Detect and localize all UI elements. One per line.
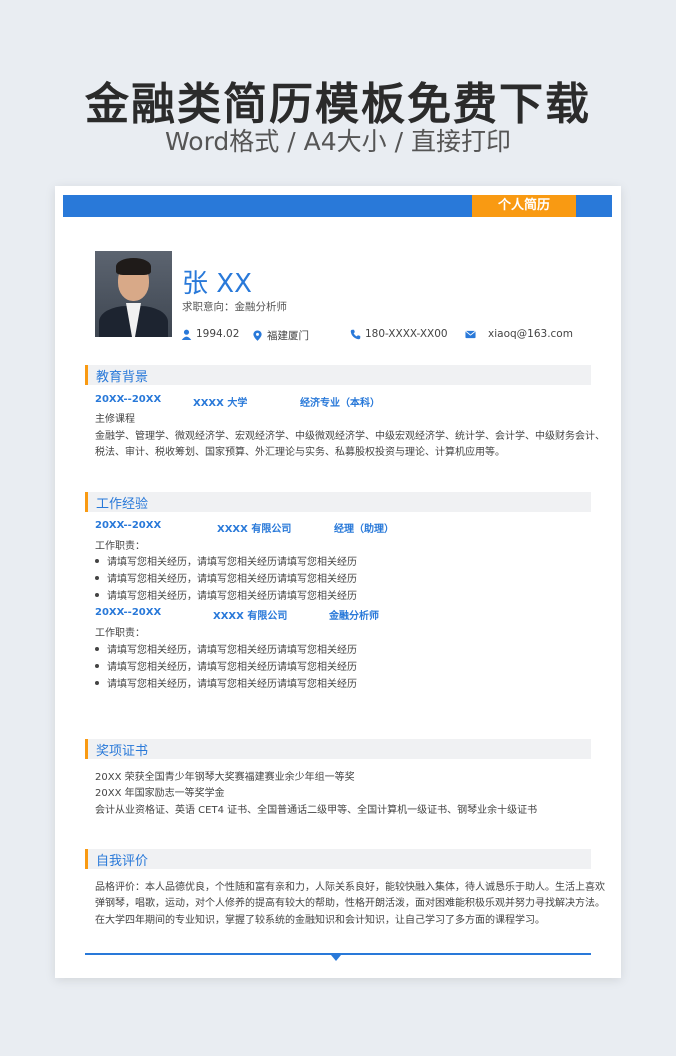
section-self-evaluation: 自我评价 — [85, 849, 591, 869]
job-company: XXXX 有限公司 — [213, 611, 288, 622]
section-title: 奖项证书 — [96, 744, 149, 759]
banner-subtitle: Word格式 / A4大小 / 直接打印 — [165, 127, 511, 156]
award-item: 20XX 荣获全国青少年钢琴大奖赛福建赛业余少年组一等奖 — [95, 772, 355, 783]
contact-phone: 180-XXXX-XX00 — [350, 328, 448, 340]
edu-period: 20XX--20XX — [95, 394, 162, 405]
section-title: 教育背景 — [96, 370, 149, 385]
section-education: 教育背景 — [85, 365, 591, 385]
section-work: 工作经验 — [85, 492, 591, 512]
section-title: 工作经验 — [96, 497, 149, 512]
job-company: XXXX 有限公司 — [217, 524, 292, 535]
courses-line: 税法、审计、税收筹划、国家预算、外汇理论与实务、私募股权投资与理论、计算机应用等… — [95, 447, 505, 458]
location-pin-icon — [253, 330, 262, 341]
edu-school: XXXX 大学 — [193, 398, 248, 409]
duty-item: 请填写您相关经历，请填写您相关经历请填写您相关经历 — [95, 570, 357, 585]
job-position: 金融分析师 — [329, 611, 379, 622]
birth-text: 1994.02 — [196, 328, 240, 340]
courses-line: 金融学、管理学、微观经济学、宏观经济学、中级微观经济学、中级宏观经济学、统计学、… — [95, 431, 605, 442]
resume-sheet: 个人简历 张 XX 求职意向：金融分析师 1994.02 福建厦门 180-XX… — [55, 186, 621, 978]
duty-label: 工作职责： — [95, 541, 145, 552]
bottom-triangle-marker — [331, 955, 341, 961]
job-period: 20XX--20XX — [95, 520, 162, 531]
edu-major: 经济专业（本科） — [300, 398, 380, 409]
duty-label: 工作职责： — [95, 628, 145, 639]
phone-icon — [350, 329, 361, 339]
phone-text: 180-XXXX-XX00 — [365, 328, 448, 340]
top-bar: 个人简历 — [63, 195, 612, 217]
duty-item: 请填写您相关经历，请填写您相关经历请填写您相关经历 — [95, 641, 357, 656]
section-awards: 奖项证书 — [85, 739, 591, 759]
job-intent: 求职意向：金融分析师 — [182, 301, 287, 313]
duty-item: 请填写您相关经历，请填写您相关经历请填写您相关经历 — [95, 553, 357, 568]
award-item: 会计从业资格证、英语 CET4 证书、全国普通话二级甲等、全国计算机一级证书、钢… — [95, 805, 538, 816]
course-label: 主修课程 — [95, 414, 135, 425]
duty-item: 请填写您相关经历，请填写您相关经历请填写您相关经历 — [95, 675, 357, 690]
mail-icon — [465, 330, 476, 338]
profile-photo — [95, 251, 172, 337]
email-text: xiaoq@163.com — [488, 328, 573, 340]
job-period: 20XX--20XX — [95, 607, 162, 618]
location-text: 福建厦门 — [267, 330, 309, 342]
job-position: 经理（助理） — [334, 524, 394, 535]
duty-item: 请填写您相关经历，请填写您相关经历请填写您相关经历 — [95, 587, 357, 602]
self-eval-line: 在大学四年期间的专业知识，掌握了较系统的金融知识和会计知识，让自己学习了多方面的… — [95, 915, 545, 926]
duty-item: 请填写您相关经历，请填写您相关经历请填写您相关经历 — [95, 658, 357, 673]
resume-tag: 个人简历 — [472, 195, 576, 217]
section-title: 自我评价 — [96, 854, 149, 869]
contact-birth: 1994.02 — [181, 328, 239, 340]
self-eval-line: 品格评价：本人品德优良，个性随和富有亲和力，人际关系良好，能较快融入集体，待人诚… — [95, 882, 605, 893]
self-eval-line: 弹钢琴，唱歌，运动，对个人修养的提高有较大的帮助，性格开朗活泼，面对困难能积极乐… — [95, 898, 605, 909]
person-name: 张 XX — [182, 269, 252, 299]
contact-location: 福建厦门 — [252, 328, 309, 343]
award-item: 20XX 年国家励志一等奖学金 — [95, 788, 225, 799]
contact-email: xiaoq@163.com — [465, 328, 573, 340]
person-icon — [181, 329, 192, 340]
